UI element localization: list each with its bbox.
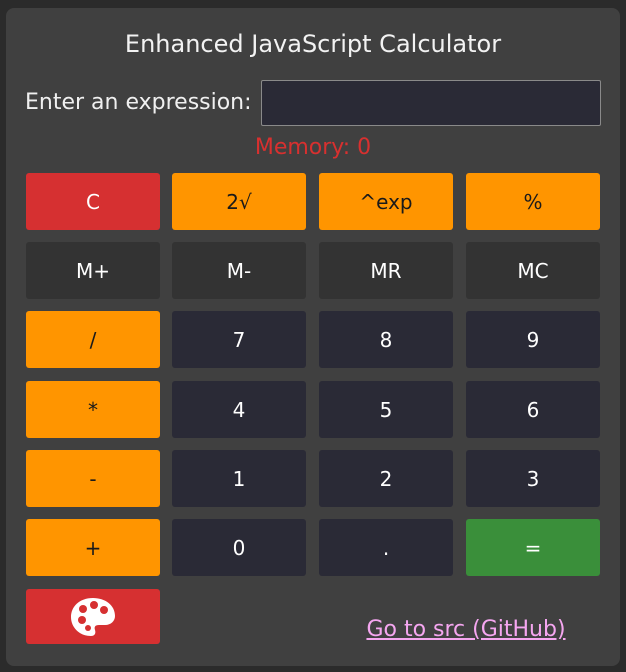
- theme-toggle-button[interactable]: [26, 589, 160, 644]
- percent-button[interactable]: %: [466, 173, 600, 230]
- palette-icon: [71, 597, 115, 636]
- digit-3-button[interactable]: 3: [466, 450, 600, 507]
- sqrt-button[interactable]: 2√: [172, 173, 306, 230]
- exponent-button[interactable]: ^exp: [319, 173, 453, 230]
- digit-1-button[interactable]: 1: [172, 450, 306, 507]
- expression-input[interactable]: [261, 80, 601, 126]
- memory-display: Memory: 0: [254, 135, 372, 160]
- github-link[interactable]: Go to src (GitHub): [366, 616, 565, 644]
- divide-button[interactable]: /: [26, 311, 160, 368]
- page-title: Enhanced JavaScript Calculator: [124, 30, 502, 58]
- digit-4-button[interactable]: 4: [172, 381, 306, 438]
- multiply-button[interactable]: *: [26, 381, 160, 438]
- digit-5-button[interactable]: 5: [319, 381, 453, 438]
- decimal-button[interactable]: .: [319, 519, 453, 576]
- expression-label: Enter an expression:: [25, 90, 252, 115]
- memory-recall-button[interactable]: MR: [319, 242, 453, 299]
- clear-button[interactable]: C: [26, 173, 160, 230]
- digit-7-button[interactable]: 7: [172, 311, 306, 368]
- digit-6-button[interactable]: 6: [466, 381, 600, 438]
- memory-clear-button[interactable]: MC: [466, 242, 600, 299]
- equals-button[interactable]: =: [466, 519, 600, 576]
- digit-2-button[interactable]: 2: [319, 450, 453, 507]
- memory-subtract-button[interactable]: M-: [172, 242, 306, 299]
- subtract-button[interactable]: -: [26, 450, 160, 507]
- digit-8-button[interactable]: 8: [319, 311, 453, 368]
- digit-0-button[interactable]: 0: [172, 519, 306, 576]
- memory-add-button[interactable]: M+: [26, 242, 160, 299]
- digit-9-button[interactable]: 9: [466, 311, 600, 368]
- add-button[interactable]: +: [26, 519, 160, 576]
- calculator-panel: Enhanced JavaScript Calculator Enter an …: [6, 8, 620, 666]
